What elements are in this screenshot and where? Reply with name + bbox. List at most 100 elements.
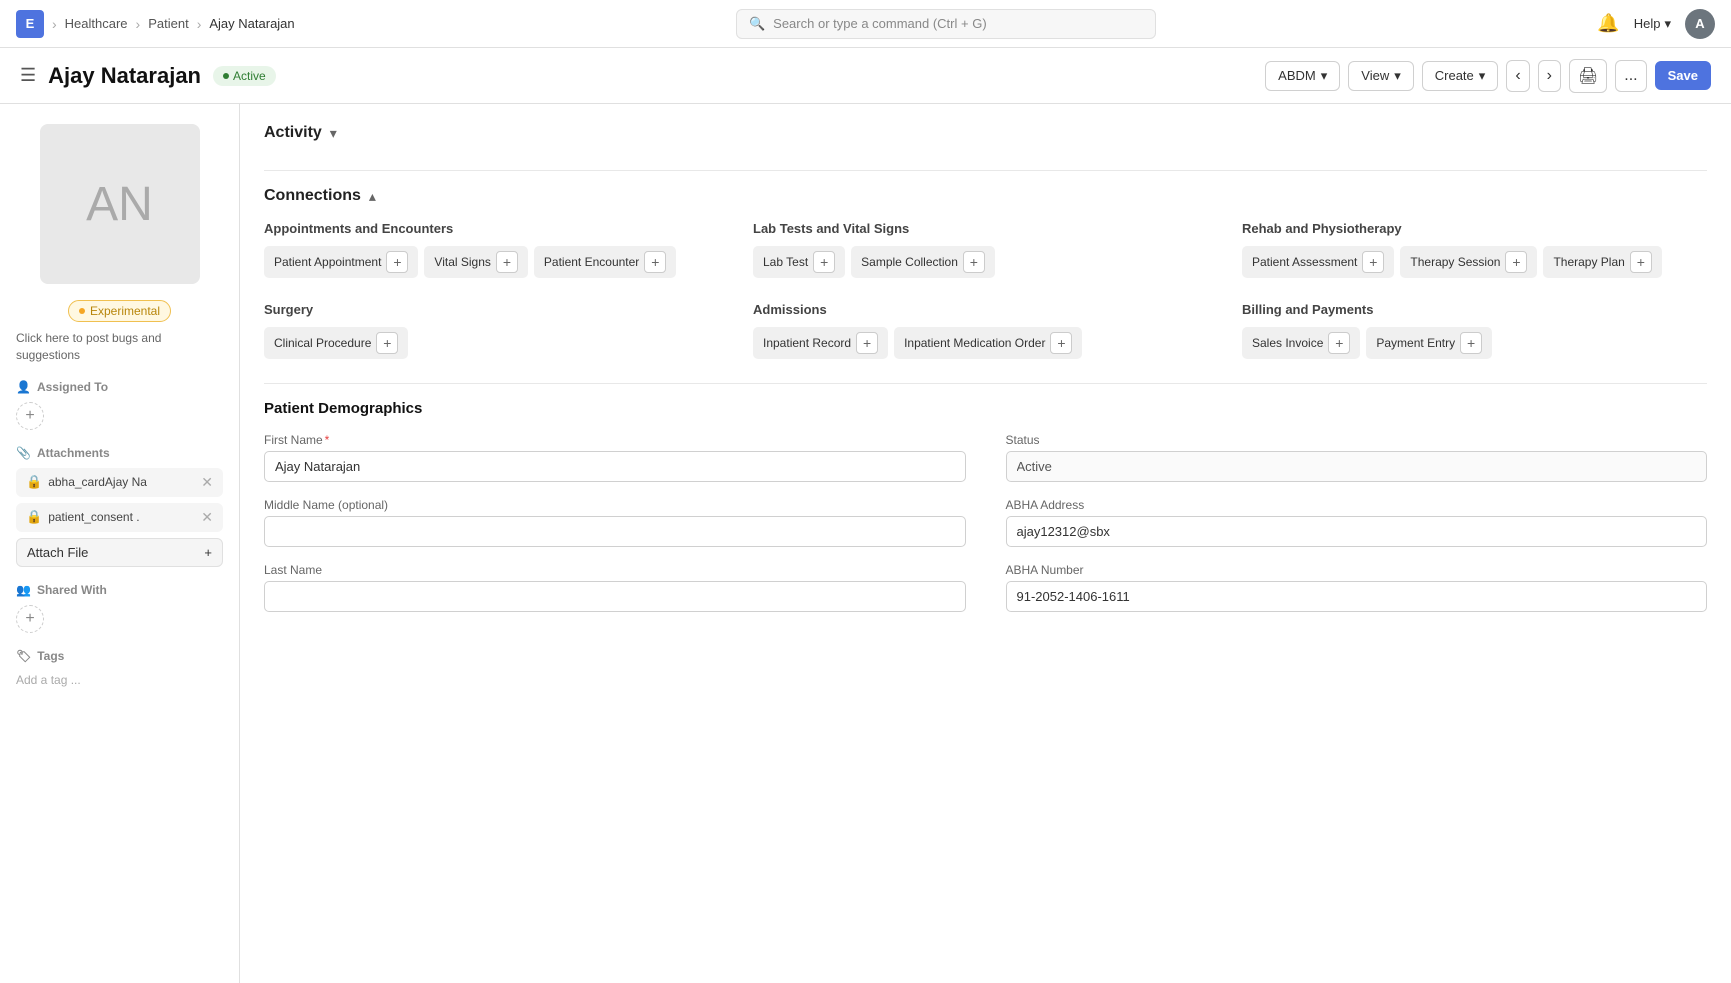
more-options-button[interactable]: ... [1615,60,1646,92]
first-name-label: First Name * [264,433,966,447]
search-bar[interactable]: 🔍 Search or type a command (Ctrl + G) [736,9,1156,39]
conn-tag-therapy-session[interactable]: Therapy Session + [1400,246,1537,278]
conn-tag-sample-collection[interactable]: Sample Collection + [851,246,995,278]
hamburger-button[interactable]: ☰ [20,65,36,86]
conn-tag-therapy-plan[interactable]: Therapy Plan + [1543,246,1661,278]
required-indicator: * [325,433,330,447]
add-lab-test-button[interactable]: + [813,251,835,273]
abha-address-field: ABHA Address [1006,498,1708,547]
attach-file-button[interactable]: Attach File + [16,538,223,567]
add-assignee-button[interactable]: + [16,402,44,430]
middle-name-input[interactable] [264,516,966,547]
sub-header-right: ABDM ▾ View ▾ Create ▾ ‹ › 🖨 ... Save [1265,59,1711,93]
add-patient-encounter-button[interactable]: + [644,251,666,273]
search-area: 🔍 Search or type a command (Ctrl + G) [736,9,1156,39]
conn-tag-patient-encounter[interactable]: Patient Encounter + [534,246,676,278]
connection-group-3: Surgery Clinical Procedure + [264,302,729,359]
conn-tag-inpatient-record[interactable]: Inpatient Record + [753,327,888,359]
demographics-title: Patient Demographics [264,400,1707,417]
conn-tag-sales-invoice[interactable]: Sales Invoice + [1242,327,1360,359]
status-dot-icon [223,73,229,79]
conn-tag-payment-entry[interactable]: Payment Entry + [1366,327,1492,359]
add-shared-button[interactable]: + [16,605,44,633]
abha-number-label: ABHA Number [1006,563,1708,577]
tags-label: 🏷 Tags [16,649,223,663]
notification-bell-button[interactable]: 🔔 [1597,13,1619,34]
create-button[interactable]: Create ▾ [1422,61,1499,91]
conn-tag-patient-assessment[interactable]: Patient Assessment + [1242,246,1394,278]
add-therapy-plan-button[interactable]: + [1630,251,1652,273]
view-button[interactable]: View ▾ [1348,61,1413,91]
last-name-input[interactable] [264,581,966,612]
conn-tag-clinical-procedure[interactable]: Clinical Procedure + [264,327,408,359]
abha-number-input[interactable] [1006,581,1708,612]
breadcrumb-area: E › Healthcare › Patient › Ajay Nataraja… [16,10,295,38]
page-title: Ajay Natarajan [48,63,201,89]
print-button[interactable]: 🖨 [1569,59,1607,93]
first-name-input[interactable] [264,451,966,482]
shared-with-label: 👥 Shared With [16,583,223,597]
activity-section-header[interactable]: Activity ▾ [264,124,1707,154]
abdm-button[interactable]: ABDM ▾ [1265,61,1340,91]
conn-tags-4: Inpatient Record + Inpatient Medication … [753,327,1218,359]
add-patient-appointment-button[interactable]: + [386,251,408,273]
add-clinical-procedure-button[interactable]: + [376,332,398,354]
conn-tags-2: Patient Assessment + Therapy Session + T… [1242,246,1707,278]
add-vital-signs-button[interactable]: + [496,251,518,273]
add-inpatient-medication-order-button[interactable]: + [1050,332,1072,354]
activity-title: Activity [264,124,322,142]
add-payment-entry-button[interactable]: + [1460,332,1482,354]
conn-tag-lab-test[interactable]: Lab Test + [753,246,845,278]
add-therapy-session-button[interactable]: + [1505,251,1527,273]
conn-tag-vital-signs[interactable]: Vital Signs + [424,246,527,278]
conn-tags-0: Patient Appointment + Vital Signs + Pati… [264,246,729,278]
breadcrumb-sep-1: › [52,16,57,32]
search-icon: 🔍 [749,16,765,32]
top-nav: E › Healthcare › Patient › Ajay Nataraja… [0,0,1731,48]
breadcrumb-patient[interactable]: Patient [148,16,188,31]
connections-title: Connections [264,187,361,205]
last-name-field: Last Name [264,563,966,612]
divider-1 [264,170,1707,171]
save-button[interactable]: Save [1655,61,1711,90]
prev-button[interactable]: ‹ [1506,60,1529,92]
connections-section-header[interactable]: Connections ▴ [264,187,1707,205]
conn-group-title-5: Billing and Payments [1242,302,1707,317]
experimental-dot-icon [79,308,85,314]
remove-attachment-1-button[interactable]: ✕ [201,509,213,526]
connection-group-0: Appointments and Encounters Patient Appo… [264,221,729,278]
first-name-field: First Name * [264,433,966,482]
conn-group-title-4: Admissions [753,302,1218,317]
conn-tag-inpatient-medication-order[interactable]: Inpatient Medication Order + [894,327,1082,359]
add-patient-assessment-button[interactable]: + [1362,251,1384,273]
experimental-badge[interactable]: Experimental [68,300,171,322]
conn-tag-patient-appointment[interactable]: Patient Appointment + [264,246,418,278]
conn-tags-5: Sales Invoice + Payment Entry + [1242,327,1707,359]
add-inpatient-record-button[interactable]: + [856,332,878,354]
breadcrumb-healthcare[interactable]: Healthcare [65,16,128,31]
remove-attachment-0-button[interactable]: ✕ [201,474,213,491]
connection-group-1: Lab Tests and Vital Signs Lab Test + Sam… [753,221,1218,278]
paperclip-icon: 📎 [16,446,31,460]
sub-header-left: ☰ Ajay Natarajan Active [20,63,276,89]
app-logo: E [16,10,44,38]
next-button[interactable]: › [1538,60,1561,92]
top-nav-right: 🔔 Help ▾ A [1597,9,1715,39]
patient-demographics-section: Patient Demographics First Name * Stat [264,400,1707,612]
add-sample-collection-button[interactable]: + [963,251,985,273]
add-sales-invoice-button[interactable]: + [1328,332,1350,354]
help-button[interactable]: Help ▾ [1634,16,1671,32]
status-input[interactable] [1006,451,1708,482]
main-content: Activity ▾ Connections ▴ Appointments an… [240,104,1731,983]
demographics-form: First Name * Status [264,433,1707,612]
abha-address-input[interactable] [1006,516,1708,547]
breadcrumb-sep-3: › [197,16,202,32]
conn-tags-1: Lab Test + Sample Collection + [753,246,1218,278]
avatar: AN [40,124,200,284]
sub-header: ☰ Ajay Natarajan Active ABDM ▾ View ▾ Cr… [0,48,1731,104]
view-chevron-icon: ▾ [1394,68,1401,84]
user-avatar-button[interactable]: A [1685,9,1715,39]
add-tag-placeholder[interactable]: Add a tag ... [16,673,81,687]
lock-icon: 🔒 [26,474,42,490]
experimental-hint[interactable]: Click here to post bugs and suggestions [16,330,223,364]
